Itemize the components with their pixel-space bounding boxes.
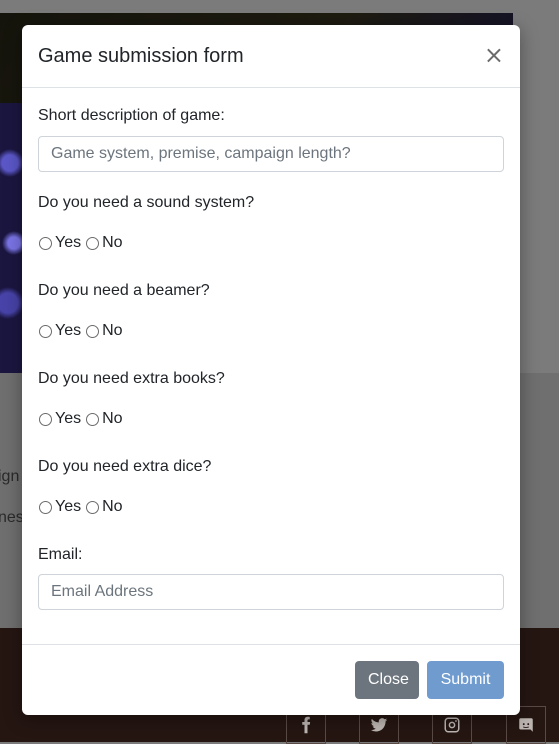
extra-books-yes-radio[interactable] <box>39 412 52 426</box>
no-label: No <box>102 234 123 251</box>
sound-system-label: Do you need a sound system? <box>38 194 255 211</box>
close-x-button[interactable]: × <box>484 43 504 67</box>
extra-dice-no-radio[interactable] <box>86 500 100 514</box>
yes-label: Yes <box>55 234 82 251</box>
extra-books-no-radio[interactable] <box>86 412 100 426</box>
sound-system-yes-radio[interactable] <box>39 236 52 250</box>
extra-dice-options: Yes No <box>38 498 123 516</box>
page-text-fragment: ign <box>0 468 20 485</box>
beamer-options: Yes No <box>38 322 123 340</box>
facebook-icon <box>302 716 311 734</box>
no-label: No <box>102 410 123 427</box>
modal-title: Game submission form <box>38 45 244 67</box>
instagram-icon <box>444 717 460 733</box>
email-input[interactable] <box>38 574 504 610</box>
game-submission-modal: Game submission form × Short description… <box>22 25 520 715</box>
email-label: Email: <box>38 546 83 563</box>
extra-books-options: Yes No <box>38 410 123 428</box>
modal-header: Game submission form × <box>22 25 520 88</box>
no-label: No <box>102 322 123 339</box>
extra-dice-yes-radio[interactable] <box>39 500 52 514</box>
beamer-yes-radio[interactable] <box>39 324 52 338</box>
yes-label: Yes <box>55 410 82 427</box>
description-label: Short description of game: <box>38 107 225 124</box>
beamer-no-radio[interactable] <box>86 324 100 338</box>
description-input[interactable] <box>38 136 504 172</box>
close-button[interactable]: Close <box>355 661 419 699</box>
sound-system-options: Yes No <box>38 234 123 252</box>
twitter-icon <box>370 718 388 732</box>
modal-footer: Close Submit <box>22 644 520 716</box>
beamer-label: Do you need a beamer? <box>38 282 210 299</box>
submit-button[interactable]: Submit <box>427 661 504 699</box>
yes-label: Yes <box>55 498 82 515</box>
extra-dice-label: Do you need extra dice? <box>38 458 212 475</box>
page-text-fragment: nes <box>0 509 24 526</box>
discord-icon <box>519 718 533 732</box>
no-label: No <box>102 498 123 515</box>
sound-system-no-radio[interactable] <box>86 236 100 250</box>
yes-label: Yes <box>55 322 82 339</box>
extra-books-label: Do you need extra books? <box>38 370 225 387</box>
